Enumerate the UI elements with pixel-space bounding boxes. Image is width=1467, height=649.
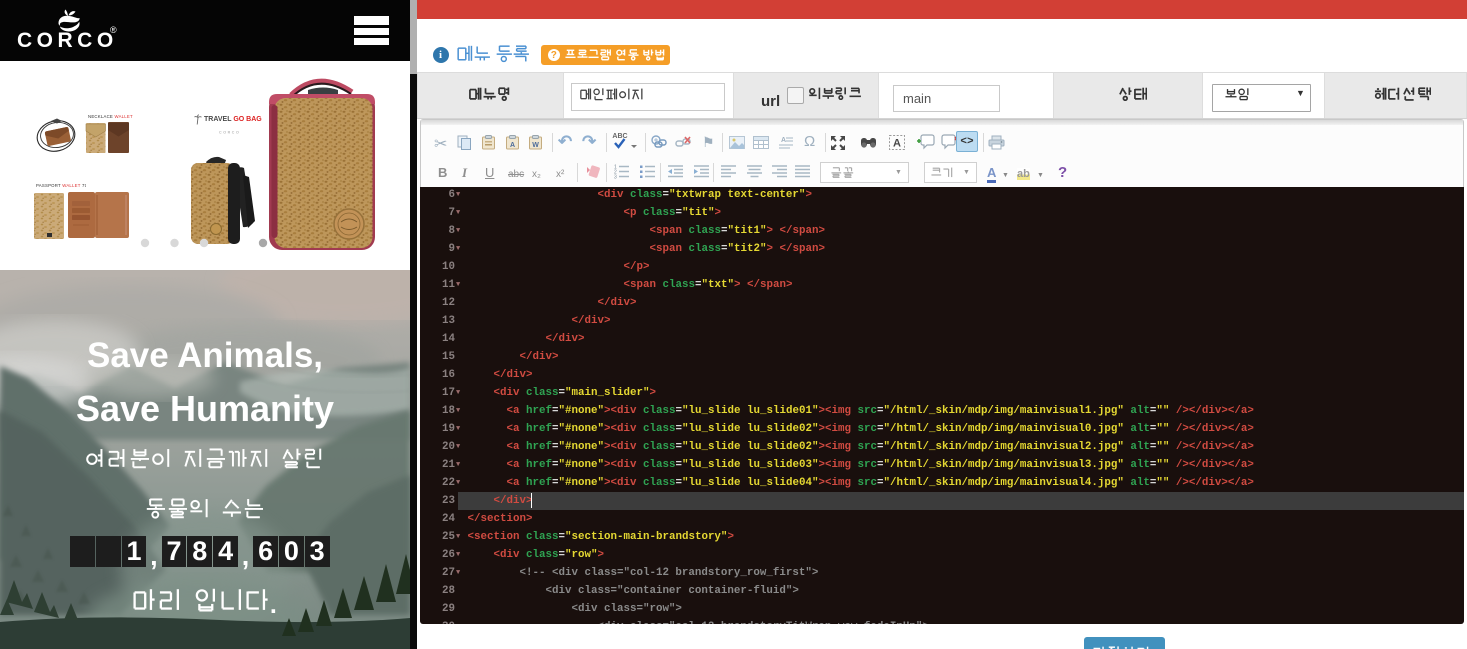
svg-text:A: A: [893, 138, 901, 150]
svg-text:3: 3: [614, 175, 617, 180]
svg-text:ABC: ABC: [612, 133, 627, 140]
svg-text:A: A: [781, 137, 786, 144]
svg-text:W: W: [532, 142, 539, 149]
svg-text:A: A: [510, 142, 515, 149]
